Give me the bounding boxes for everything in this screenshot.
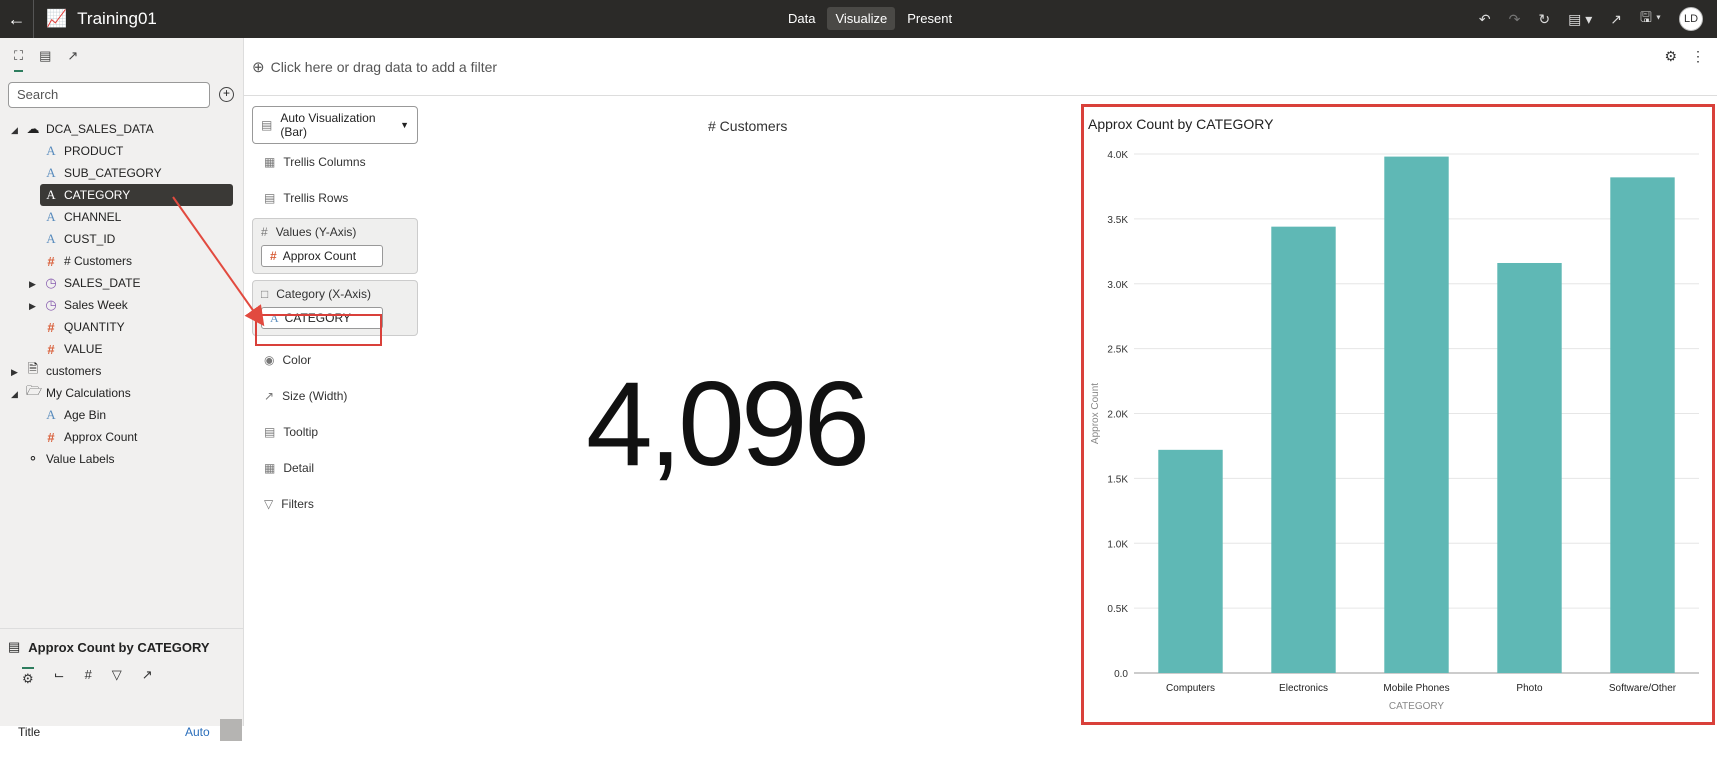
x-tick-label: Mobile Phones xyxy=(1383,683,1449,694)
chart-title: Approx Count by CATEGORY xyxy=(1088,116,1274,132)
y-tick-label: 3.0K xyxy=(1107,280,1128,291)
kpi-title: # Customers xyxy=(708,118,788,134)
y-tick-label: 0.5K xyxy=(1107,604,1128,615)
x-tick-label: Electronics xyxy=(1279,683,1328,694)
y-tick-label: 1.5K xyxy=(1107,474,1128,485)
bar-chart[interactable]: 0.0 0.5K 1.0K 1.5K 2.0K 2.5K 3.0K 3.5K 4.0K Compu… xyxy=(1084,140,1710,720)
title-property-label: Title xyxy=(18,725,41,739)
y-axis-label: Approx Count xyxy=(1090,383,1101,444)
bar[interactable] xyxy=(1497,262,1562,673)
y-tick-label: 2.0K xyxy=(1107,410,1128,421)
bar[interactable] xyxy=(1610,177,1675,674)
x-tick-label: Software/Other xyxy=(1609,683,1677,694)
y-tick-label: 4.0K xyxy=(1107,150,1128,161)
y-tick-label: 0.0 xyxy=(1114,669,1128,680)
title-property-value[interactable]: Auto xyxy=(185,725,210,739)
bar[interactable] xyxy=(1158,449,1223,673)
kpi-value: 4,096 xyxy=(586,357,870,491)
bar[interactable] xyxy=(1384,156,1449,674)
x-tick-label: Computers xyxy=(1166,683,1215,694)
bar[interactable] xyxy=(1271,226,1336,673)
y-tick-label: 1.0K xyxy=(1107,539,1128,550)
x-tick-label: Photo xyxy=(1516,683,1543,694)
x-axis-label: CATEGORY xyxy=(1389,701,1445,712)
title-property-row: Title Auto xyxy=(18,719,244,741)
y-tick-label: 3.5K xyxy=(1107,215,1128,226)
y-tick-label: 2.5K xyxy=(1107,345,1128,356)
